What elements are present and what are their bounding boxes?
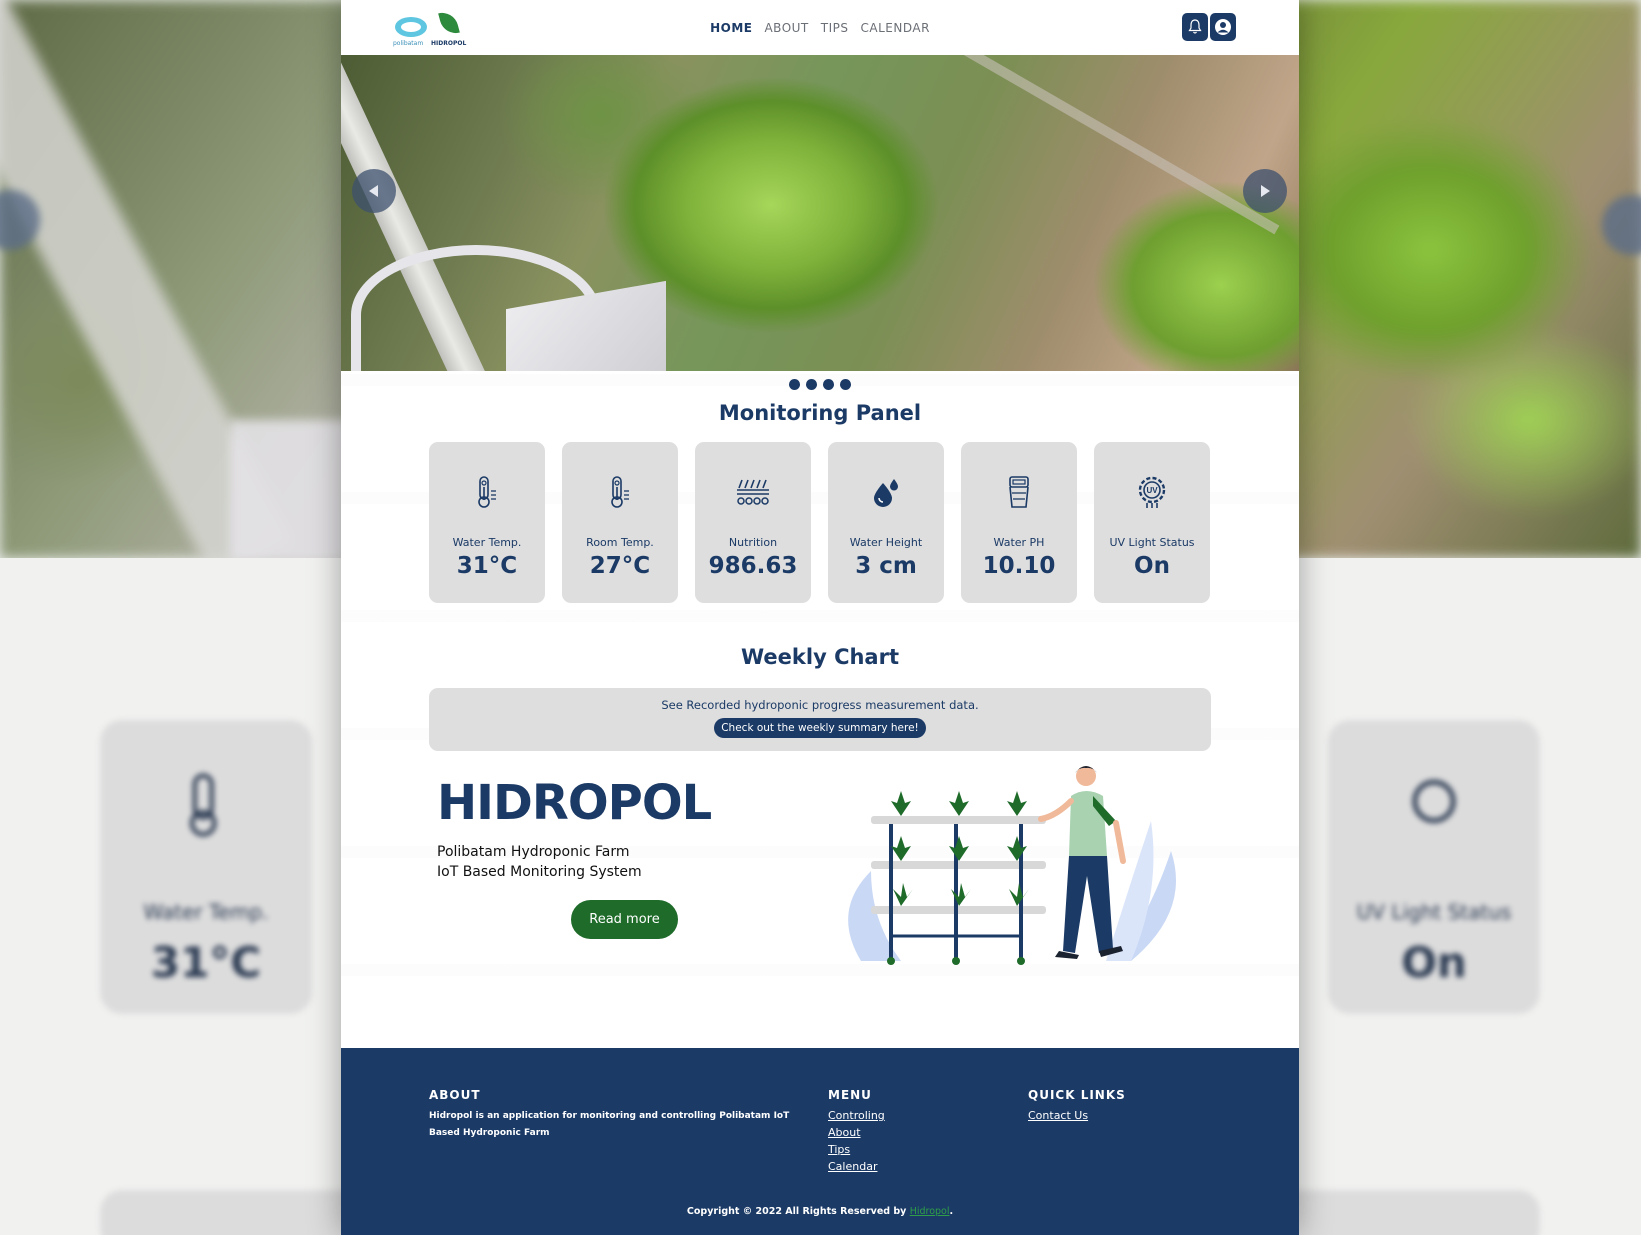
thermometer-icon	[478, 476, 496, 508]
polibatam-logo-text: polibatam	[393, 39, 424, 47]
blurred-box	[230, 420, 350, 560]
footer-menu-title: MENU	[828, 1088, 872, 1102]
weekly-chart-text: See Recorded hydroponic progress measure…	[661, 698, 979, 712]
copyright: Copyright © 2022 All Rights Reserved by …	[341, 1206, 1299, 1217]
svg-text:UV: UV	[1146, 486, 1158, 495]
blurred-card-label: UV Light Status	[1356, 900, 1512, 924]
blurred-card-value: 31°C	[150, 938, 262, 987]
footer-link-contact[interactable]: Contact Us	[1028, 1107, 1126, 1124]
chevron-right-icon	[1261, 185, 1270, 197]
content-area: Monitoring Panel Water Temp. 31°C Room T…	[341, 371, 1299, 1016]
brand-subtitle-2: IoT Based Monitoring System	[437, 864, 642, 880]
nutrition-icon	[737, 479, 769, 505]
chevron-left-icon	[369, 185, 378, 197]
footer-link-controling[interactable]: Controling	[828, 1107, 885, 1124]
profile-button[interactable]	[1210, 13, 1236, 41]
carousel-dot[interactable]	[789, 379, 800, 390]
card-label: UV Light Status	[1109, 536, 1195, 549]
card-label: Water PH	[993, 536, 1045, 549]
hidropol-logo: HIDROPOL	[431, 8, 467, 47]
footer-about-title: ABOUT	[429, 1088, 481, 1102]
thermometer-icon	[189, 773, 217, 837]
uv-icon: UV	[1138, 476, 1166, 508]
weekly-summary-button[interactable]: Check out the weekly summary here!	[714, 718, 926, 738]
nav-home[interactable]: HOME	[710, 21, 752, 35]
nav-links: HOME ABOUT TIPS CALENDAR	[341, 0, 1299, 55]
brand-subtitle-1: Polibatam Hydroponic Farm	[437, 844, 630, 860]
card-uv-light[interactable]: UV UV Light Status On	[1094, 442, 1210, 603]
brand-heading: HIDROPOL	[437, 775, 712, 831]
blurred-card-label: Water Temp.	[143, 900, 269, 924]
blurred-card-left: Water Temp. 31°C	[100, 720, 312, 1014]
carousel-next-button[interactable]	[1243, 169, 1287, 213]
card-water-ph[interactable]: Water PH 10.10	[961, 442, 1077, 603]
footer: ABOUT Hidropol is an application for mon…	[341, 1048, 1299, 1235]
hydroponic-farmer-illustration	[848, 766, 1176, 965]
carousel-indicators	[341, 371, 1299, 399]
leaf-icon	[438, 8, 460, 37]
card-label: Room Temp.	[586, 536, 654, 549]
carousel-dot[interactable]	[823, 379, 834, 390]
card-water-height[interactable]: Water Height 3 cm	[828, 442, 944, 603]
footer-about: ABOUT Hidropol is an application for mon…	[429, 1088, 809, 1142]
footer-link-tips[interactable]: Tips	[828, 1141, 885, 1158]
hidropol-logo-text: HIDROPOL	[431, 39, 467, 47]
logo[interactable]: polibatam HIDROPOL	[393, 8, 467, 47]
copyright-suffix: .	[949, 1206, 954, 1217]
card-water-temp[interactable]: Water Temp. 31°C	[429, 442, 545, 603]
monitoring-panel-title: Monitoring Panel	[718, 401, 922, 425]
notifications-button[interactable]	[1182, 13, 1208, 41]
thermometer-icon	[611, 476, 629, 508]
uv-icon	[1412, 779, 1456, 823]
copyright-text: Copyright © 2022 All Rights Reserved by	[686, 1206, 910, 1217]
card-room-temp[interactable]: Room Temp. 27°C	[562, 442, 678, 603]
weekly-chart-title: Weekly Chart	[741, 645, 899, 669]
about-hero: HIDROPOL Polibatam Hydroponic Farm IoT B…	[341, 751, 1299, 1016]
nav-icons	[1182, 13, 1236, 41]
carousel-dot[interactable]	[840, 379, 851, 390]
polibatam-logo: polibatam	[393, 13, 429, 47]
footer-menu: MENU Controling About Tips Calendar	[828, 1088, 885, 1175]
card-label: Nutrition	[728, 536, 778, 549]
card-value: On	[1134, 553, 1170, 579]
footer-quick-links: QUICK LINKS Contact Us	[1028, 1088, 1126, 1124]
card-value: 10.10	[982, 553, 1056, 579]
nav-tips[interactable]: TIPS	[821, 21, 849, 35]
water-drop-icon	[874, 479, 898, 507]
card-value: 986.63	[708, 553, 798, 579]
nav-calendar[interactable]: CALENDAR	[861, 21, 930, 35]
footer-link-about[interactable]: About	[828, 1124, 885, 1141]
bell-icon	[1188, 19, 1202, 34]
blurred-card-right: UV Light Status On	[1328, 720, 1540, 1014]
copyright-brand-link[interactable]: Hidropol	[910, 1206, 950, 1217]
card-value: 3 cm	[855, 553, 917, 579]
carousel-prev-button[interactable]	[352, 169, 396, 213]
card-value: 27°C	[589, 553, 651, 579]
user-icon	[1215, 19, 1231, 35]
footer-link-calendar[interactable]: Calendar	[828, 1158, 885, 1175]
card-value: 31°C	[456, 553, 518, 579]
main-page: polibatam HIDROPOL HOME ABOUT TIPS CALEN…	[341, 0, 1299, 1235]
card-nutrition[interactable]: Nutrition 986.63	[695, 442, 811, 603]
navbar: polibatam HIDROPOL HOME ABOUT TIPS CALEN…	[341, 0, 1299, 55]
nav-about[interactable]: ABOUT	[764, 21, 808, 35]
blurred-card-value: On	[1401, 938, 1467, 987]
ph-meter-icon	[1009, 476, 1029, 508]
read-more-button[interactable]: Read more	[571, 900, 678, 939]
card-label: Water Temp.	[452, 536, 522, 549]
carousel-dot[interactable]	[806, 379, 817, 390]
weekly-chart-box: See Recorded hydroponic progress measure…	[429, 688, 1211, 751]
monitoring-cards: Water Temp. 31°C Room Temp. 27°C Nutriti…	[341, 442, 1299, 603]
footer-quick-links-title: QUICK LINKS	[1028, 1088, 1126, 1102]
footer-about-text: Hidropol is an application for monitorin…	[429, 1111, 790, 1138]
hero-carousel	[341, 55, 1299, 371]
card-label: Water Height	[849, 536, 923, 549]
